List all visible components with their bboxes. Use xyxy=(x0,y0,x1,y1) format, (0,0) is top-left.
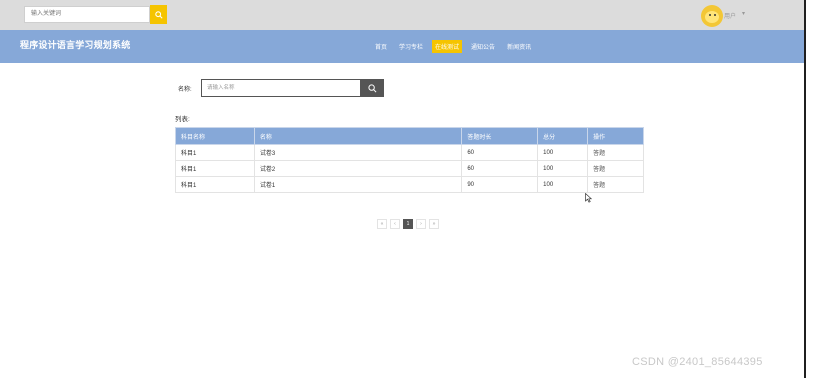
cell-subject: 科目1 xyxy=(175,160,255,177)
page-first-button[interactable]: « xyxy=(377,219,387,229)
answer-button[interactable]: 答题 xyxy=(593,151,605,157)
cell-duration: 60 xyxy=(461,144,539,161)
avatar[interactable] xyxy=(701,5,723,27)
cell-action: 答题 xyxy=(587,144,644,161)
answer-button[interactable]: 答题 xyxy=(593,167,605,173)
exam-table: 科目名称 名称 答题时长 总分 操作 科目1 试卷3 60 100 答题 科目1… xyxy=(175,127,644,193)
filter-name-label: 名称: xyxy=(178,87,192,93)
site-title[interactable]: 程序设计语言学习规划系统 xyxy=(20,38,130,51)
scrollbar-track[interactable] xyxy=(804,0,806,378)
column-header-action: 操作 xyxy=(587,127,644,145)
name-search-input[interactable]: 请输入名称 xyxy=(201,79,361,97)
nav-bar: 程序设计语言学习规划系统 首页 学习专栏 在线测试 通知公告 新闻资讯 xyxy=(0,30,804,63)
cell-name: 试卷3 xyxy=(253,144,463,161)
nav-item-notices[interactable]: 通知公告 xyxy=(468,40,498,53)
avatar-eye-left xyxy=(709,14,711,16)
page-current-button[interactable]: 1 xyxy=(403,219,413,229)
cell-score: 100 xyxy=(537,160,589,177)
nav-item-online-test[interactable]: 在线测试 xyxy=(432,40,463,53)
top-bar: 输入关键词 用户 ▾ xyxy=(0,0,804,30)
nav-item-home[interactable]: 首页 xyxy=(372,40,390,53)
page-prev-button[interactable]: ‹ xyxy=(390,219,400,229)
name-search-button[interactable] xyxy=(361,79,384,97)
table-header-row: 科目名称 名称 答题时长 总分 操作 xyxy=(175,127,644,145)
page-last-button[interactable]: » xyxy=(429,219,439,229)
search-icon xyxy=(154,10,163,19)
nav-item-learning-column[interactable]: 学习专栏 xyxy=(396,40,426,53)
main-nav: 首页 学习专栏 在线测试 通知公告 新闻资讯 xyxy=(372,40,534,53)
pagination: « ‹ 1 › » xyxy=(377,219,439,229)
mouse-cursor-icon xyxy=(585,193,592,203)
cell-subject: 科目1 xyxy=(175,144,255,161)
table-row: 科目1 试卷3 60 100 答题 xyxy=(175,144,644,161)
table-row: 科目1 试卷1 90 100 答题 xyxy=(175,176,644,193)
cell-action: 答题 xyxy=(587,176,644,193)
cell-name: 试卷2 xyxy=(253,160,463,177)
search-icon xyxy=(368,83,377,92)
column-header-score: 总分 xyxy=(537,127,589,145)
list-label: 列表: xyxy=(175,116,190,123)
avatar-eye-right xyxy=(714,14,716,16)
nav-item-news[interactable]: 新闻资讯 xyxy=(504,40,534,53)
column-header-name: 名称 xyxy=(253,127,463,145)
cell-score: 100 xyxy=(537,176,589,193)
top-search-button[interactable] xyxy=(150,5,167,24)
column-header-duration: 答题时长 xyxy=(461,127,539,145)
cell-duration: 60 xyxy=(461,160,539,177)
cell-name: 试卷1 xyxy=(253,176,463,193)
cell-score: 100 xyxy=(537,144,589,161)
page-next-button[interactable]: › xyxy=(416,219,426,229)
scrollbar-gutter xyxy=(808,0,823,378)
avatar-face xyxy=(705,11,719,23)
cell-subject: 科目1 xyxy=(175,176,255,193)
watermark: CSDN @2401_85644395 xyxy=(632,356,763,368)
cell-action: 答题 xyxy=(587,160,644,177)
column-header-subject: 科目名称 xyxy=(175,127,255,145)
answer-button[interactable]: 答题 xyxy=(593,183,605,189)
table-row: 科目1 试卷2 60 100 答题 xyxy=(175,160,644,177)
user-name[interactable]: 用户 xyxy=(724,11,736,20)
chevron-down-icon[interactable]: ▾ xyxy=(742,10,745,17)
cell-duration: 90 xyxy=(461,176,539,193)
top-search-input[interactable]: 输入关键词 xyxy=(24,6,150,23)
